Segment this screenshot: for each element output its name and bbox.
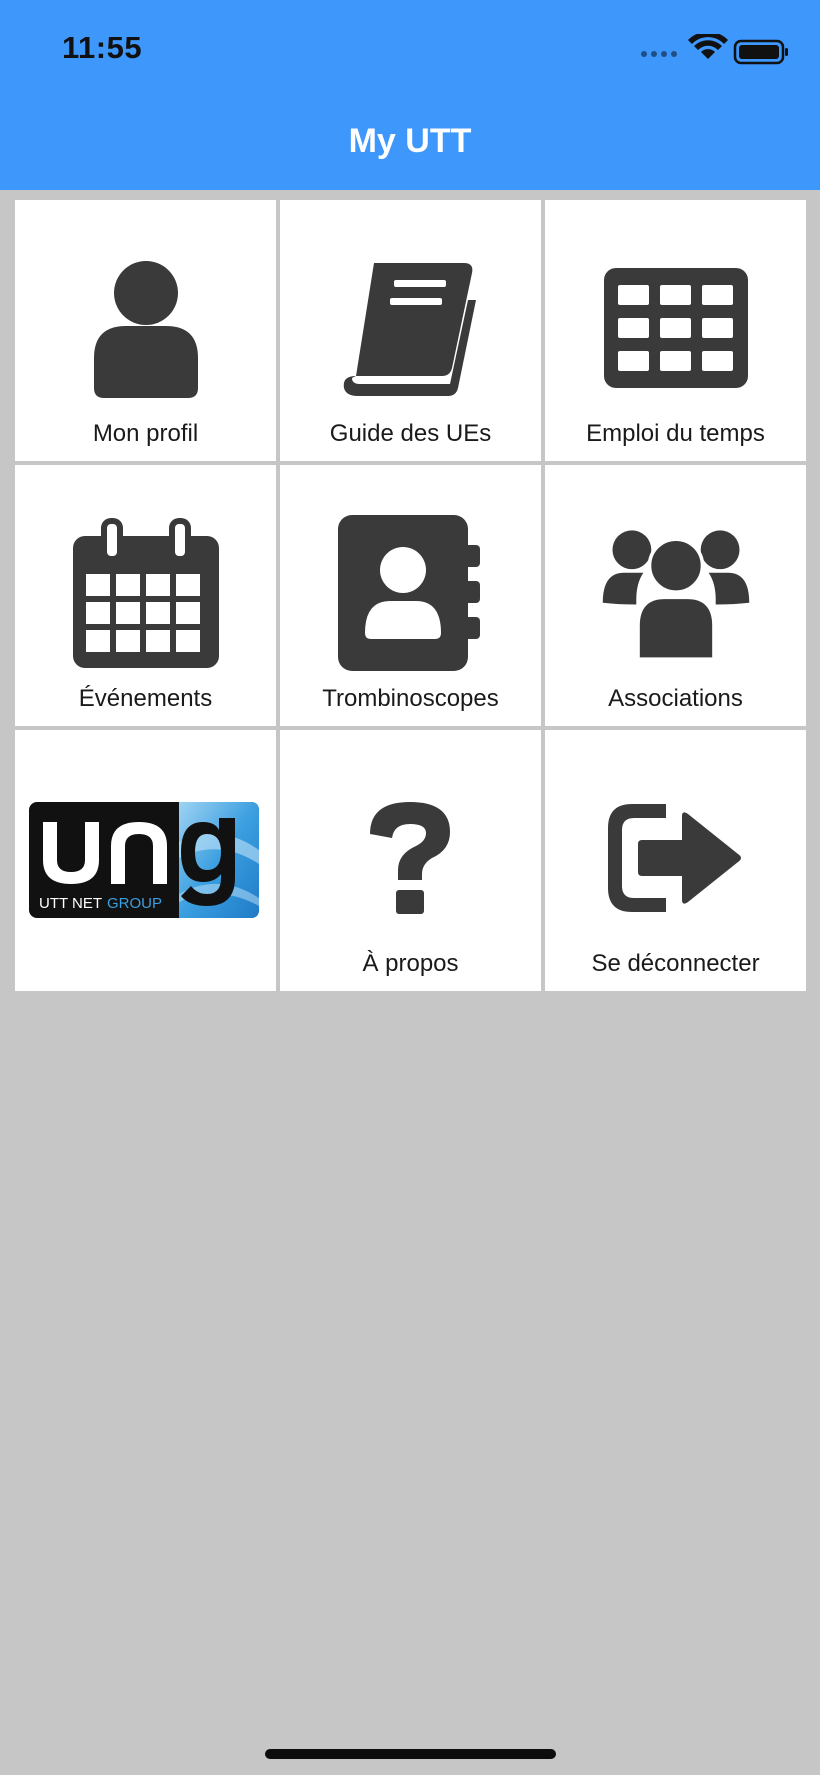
book-icon bbox=[336, 258, 486, 398]
home-indicator[interactable] bbox=[265, 1749, 556, 1759]
address-book-icon bbox=[336, 515, 486, 671]
menu-item-label: Emploi du temps bbox=[586, 420, 765, 447]
svg-text:UTT NET: UTT NET bbox=[39, 895, 102, 912]
menu-item-trombinoscopes[interactable]: Trombinoscopes bbox=[280, 465, 541, 726]
menu-item-label: Trombinoscopes bbox=[322, 685, 499, 712]
menu-item-mon-profil[interactable]: Mon profil bbox=[15, 200, 276, 461]
menu-grid: Mon profil Guide des UEs Emploi du temps… bbox=[15, 200, 806, 991]
signal-dots-icon bbox=[641, 51, 677, 57]
app-header: 11:55 My UTT bbox=[0, 0, 820, 190]
menu-item-label: À propos bbox=[362, 950, 459, 977]
menu-item-label: Guide des UEs bbox=[329, 420, 492, 447]
status-time: 11:55 bbox=[62, 30, 143, 65]
menu-item-ung[interactable]: UTT NET GROUP bbox=[15, 730, 276, 991]
svg-text:GROUP: GROUP bbox=[107, 895, 162, 912]
menu-item-emploi-du-temps[interactable]: Emploi du temps bbox=[545, 200, 806, 461]
menu-item-associations[interactable]: Associations bbox=[545, 465, 806, 726]
page-title: My UTT bbox=[348, 122, 472, 160]
menu-item-label: Mon profil bbox=[92, 420, 199, 447]
status-icons bbox=[641, 34, 788, 65]
menu-item-guide-des-ues[interactable]: Guide des UEs bbox=[280, 200, 541, 461]
menu-item-a-propos[interactable]: À propos bbox=[280, 730, 541, 991]
wifi-icon bbox=[688, 34, 728, 59]
user-icon bbox=[71, 258, 221, 398]
table-grid-icon bbox=[601, 258, 751, 398]
question-icon bbox=[336, 788, 486, 928]
menu-item-label: Événements bbox=[78, 685, 213, 712]
calendar-icon bbox=[71, 518, 221, 668]
battery-icon bbox=[733, 39, 788, 65]
ung-logo: UTT NET GROUP bbox=[29, 802, 259, 918]
group-icon bbox=[601, 523, 751, 663]
sign-out-icon bbox=[601, 788, 751, 928]
menu-item-se-deconnecter[interactable]: Se déconnecter bbox=[545, 730, 806, 991]
menu-item-evenements[interactable]: Événements bbox=[15, 465, 276, 726]
menu-item-label: Associations bbox=[608, 685, 743, 712]
menu-item-label: Se déconnecter bbox=[591, 950, 760, 977]
